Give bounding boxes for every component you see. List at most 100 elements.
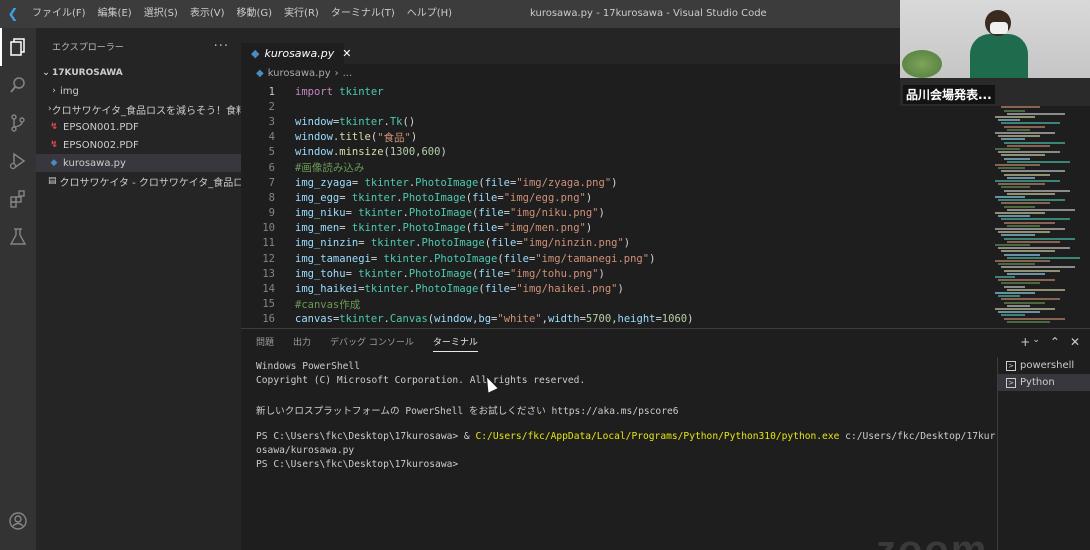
minimap-line <box>1007 112 1065 115</box>
minimap-line <box>995 164 1040 166</box>
workspace-root-label: 17KUROSAWA <box>52 68 123 78</box>
line-number: 15 <box>262 298 275 311</box>
line-number: 2 <box>268 100 275 113</box>
line-number: 13 <box>262 267 275 280</box>
bottom-panel: 問題 出力 デバッグ コンソール ターミナル + ⌄ ⌃ ✕ Windows P… <box>241 328 1090 550</box>
minimap-line <box>1001 298 1060 301</box>
code-line: 13 img_tohu = tkinter. PhotoImage(file = "img… <box>241 266 991 281</box>
tab-debug-console[interactable]: デバッグ コンソール <box>330 335 414 352</box>
line-number: 11 <box>262 237 275 250</box>
tab-terminal[interactable]: ターミナル <box>432 335 478 352</box>
run-debug-icon[interactable] <box>0 142 36 180</box>
tree-item-epson001[interactable]: ↯ EPSON001.PDF <box>36 118 241 136</box>
breadcrumb-file[interactable]: kurosawa.py <box>268 68 331 79</box>
chevron-right-icon: › <box>334 68 339 79</box>
menu-view[interactable]: 表示(V) <box>184 0 231 28</box>
minimap-line <box>1007 176 1035 179</box>
tab-problems[interactable]: 問題 <box>256 335 274 352</box>
minimap[interactable] <box>991 100 1090 328</box>
menu-file[interactable]: ファイル(F) <box>26 0 92 28</box>
minimap-line <box>1004 301 1045 304</box>
close-icon[interactable]: ✕ <box>342 47 351 60</box>
terminal-item-python[interactable]: > Python <box>998 374 1090 391</box>
minimap-line <box>1007 144 1050 147</box>
breadcrumb-more[interactable]: ... <box>343 68 353 79</box>
menu-edit[interactable]: 編集(E) <box>92 0 138 28</box>
panel-tab-bar: 問題 出力 デバッグ コンソール ターミナル <box>256 335 478 352</box>
account-icon[interactable] <box>0 502 36 540</box>
python-file-icon: ◆ <box>256 68 264 79</box>
minimap-line <box>995 148 1020 150</box>
tree-item-label: img <box>60 85 79 97</box>
activity-bar <box>0 28 36 550</box>
extensions-icon[interactable] <box>0 180 36 218</box>
line-number: 5 <box>268 146 275 159</box>
minimap-line <box>998 215 1030 218</box>
tree-item-img[interactable]: › img <box>36 82 241 100</box>
minimap-line <box>995 308 1055 310</box>
explorer-icon[interactable] <box>0 28 36 66</box>
more-actions-icon[interactable]: ··· <box>214 39 229 54</box>
terminal-item-powershell[interactable]: > powershell <box>998 357 1090 374</box>
menu-terminal[interactable]: ターミナル(T) <box>325 0 401 28</box>
minimap-line <box>1001 186 1030 189</box>
plant-image <box>902 50 942 78</box>
line-number: 4 <box>268 131 275 144</box>
pdf-file-icon: ↯ <box>50 122 58 132</box>
minimap-line <box>1004 189 1070 192</box>
source-control-icon[interactable] <box>0 104 36 142</box>
code-line: 16 canvas = tkinter. Canvas(window, bg = "white… <box>241 312 991 327</box>
tab-output[interactable]: 出力 <box>293 335 311 352</box>
minimap-line <box>1007 128 1030 131</box>
code-line: 6 #画像読み込み <box>241 160 991 175</box>
minimap-line <box>1001 170 1065 173</box>
minimap-line <box>995 292 1035 294</box>
line-number: 7 <box>268 176 275 189</box>
participant-name: 品川会場発表... <box>903 85 995 104</box>
code-line: 8 img_egg = tkinter. PhotoImage(file = "img/e… <box>241 190 991 205</box>
minimap-line <box>1004 125 1045 128</box>
menu-run[interactable]: 実行(R) <box>278 0 325 28</box>
terminal-item-label: powershell <box>1020 360 1075 371</box>
menu-selection[interactable]: 選択(S) <box>138 0 184 28</box>
tree-item-folder[interactable]: › クロサワケイタ_食品ロスを減らそう！食料... <box>36 100 241 118</box>
minimap-line <box>998 295 1020 298</box>
workspace-root[interactable]: ⌄ 17KUROSAWA <box>36 64 241 82</box>
new-terminal-icon[interactable]: + <box>1020 335 1030 349</box>
tab-kurosawa-py[interactable]: ◆ kurosawa.py ✕ <box>241 43 351 64</box>
chevron-down-icon[interactable]: ⌄ <box>1032 335 1040 349</box>
menu-go[interactable]: 移動(G) <box>231 0 279 28</box>
terminal-output[interactable]: Windows PowerShell Copyright (C) Microso… <box>256 361 996 473</box>
search-icon[interactable] <box>0 66 36 104</box>
minimap-line <box>995 260 1050 262</box>
tree-item-epson002[interactable]: ↯ EPSON002.PDF <box>36 136 241 154</box>
minimap-line <box>1004 205 1035 208</box>
window-title: kurosawa.py - 17kurosawa - Visual Studio… <box>530 8 767 19</box>
testing-icon[interactable] <box>0 218 36 256</box>
maximize-panel-icon[interactable]: ⌃ <box>1050 335 1060 349</box>
minimap-line <box>995 212 1045 214</box>
minimap-line <box>1007 240 1060 243</box>
line-number: 8 <box>268 191 275 204</box>
pdf-file-icon: ↯ <box>50 140 58 150</box>
minimap-line <box>1004 253 1040 256</box>
menu-bar: ファイル(F) 編集(E) 選択(S) 表示(V) 移動(G) 実行(R) ター… <box>26 0 458 28</box>
minimap-line <box>1004 173 1050 176</box>
tree-item-doc[interactable]: ▤ クロサワケイタ - クロサワケイタ_食品ロスを... <box>36 172 241 190</box>
minimap-line <box>998 311 1040 314</box>
minimap-line <box>1007 208 1075 211</box>
code-editor[interactable]: 1 import tkinter 2 3 window = tkinter. Tk() 4… <box>241 84 991 328</box>
menu-help[interactable]: ヘルプ(H) <box>401 0 458 28</box>
minimap-line <box>1004 269 1060 272</box>
code-line: 2 <box>241 99 991 114</box>
line-number: 6 <box>268 161 275 174</box>
panel-actions: + ⌄ ⌃ ✕ <box>1020 335 1080 349</box>
close-panel-icon[interactable]: ✕ <box>1070 335 1080 349</box>
terminal-item-label: Python <box>1020 377 1055 388</box>
tree-item-kurosawa-py[interactable]: ◆ kurosawa.py <box>36 154 241 172</box>
minimap-line <box>1001 266 1075 269</box>
minimap-line <box>1007 224 1040 227</box>
minimap-line <box>998 231 1050 234</box>
explorer-header: エクスプローラー ··· <box>36 28 241 64</box>
